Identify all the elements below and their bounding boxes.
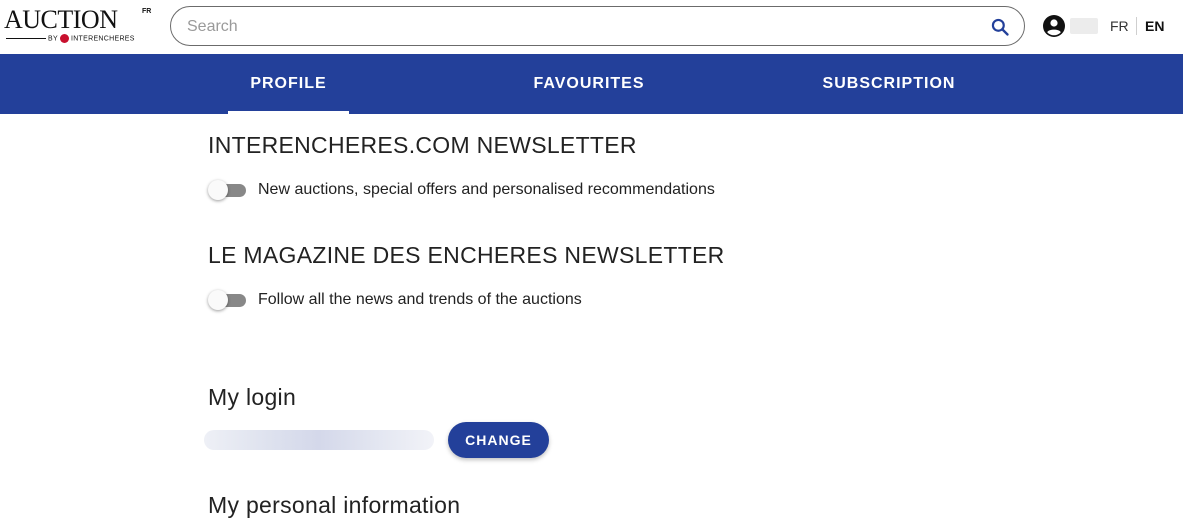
logo-subtitle: BY INTERENCHERES — [48, 34, 135, 43]
change-login-button[interactable]: CHANGE — [448, 422, 549, 458]
newsletter-magazine-title: LE MAGAZINE DES ENCHERES NEWSLETTER — [208, 242, 725, 268]
newsletter-interencheres-row: New auctions, special offers and persona… — [208, 179, 908, 201]
newsletter-magazine-label: Follow all the news and trends of the au… — [258, 291, 582, 308]
auction-logo[interactable]: AUCTION FR BY INTERENCHERES — [4, 6, 154, 46]
profile-tab-bar: PROFILE FAVOURITES SUBSCRIPTION — [0, 54, 1183, 114]
logo-badge: FR — [142, 8, 152, 15]
account-circle-icon — [1042, 14, 1066, 38]
logo-by: BY — [48, 35, 58, 43]
user-name-redacted — [1070, 18, 1098, 34]
search-icon[interactable] — [990, 17, 1010, 37]
language-divider — [1136, 17, 1137, 35]
user-account[interactable] — [1042, 14, 1102, 38]
tab-subscription[interactable]: SUBSCRIPTION — [805, 54, 973, 114]
logo-wordmark: AUCTION — [4, 5, 118, 34]
newsletter-interencheres-title: INTERENCHERES.COM NEWSLETTER — [208, 132, 637, 158]
newsletter-magazine-row: Follow all the news and trends of the au… — [208, 289, 908, 311]
newsletter-interencheres-label: New auctions, special offers and persona… — [258, 181, 715, 198]
language-fr[interactable]: FR — [1110, 18, 1129, 34]
login-email-redacted — [204, 430, 434, 450]
top-header: AUCTION FR BY INTERENCHERES FR EN — [0, 0, 1183, 54]
search-input[interactable] — [187, 15, 977, 39]
language-en[interactable]: EN — [1145, 18, 1164, 34]
tab-favourites-label: FAVOURITES — [533, 75, 645, 92]
search-bar — [170, 6, 1025, 46]
toggle-thumb — [208, 180, 228, 200]
personal-info-title: My personal information — [208, 492, 461, 518]
tab-favourites[interactable]: FAVOURITES — [520, 54, 658, 114]
tab-profile[interactable]: PROFILE — [228, 54, 349, 114]
tab-profile-label: PROFILE — [250, 75, 327, 92]
interencheres-mark-icon — [59, 34, 69, 43]
my-login-title: My login — [208, 384, 297, 410]
logo-divider — [6, 38, 46, 39]
active-tab-indicator — [228, 111, 349, 114]
tab-subscription-label: SUBSCRIPTION — [822, 75, 956, 92]
logo-brand: INTERENCHERES — [70, 35, 135, 43]
toggle-thumb — [208, 290, 228, 310]
newsletter-magazine-toggle[interactable] — [208, 290, 246, 310]
newsletter-interencheres-toggle[interactable] — [208, 180, 246, 200]
